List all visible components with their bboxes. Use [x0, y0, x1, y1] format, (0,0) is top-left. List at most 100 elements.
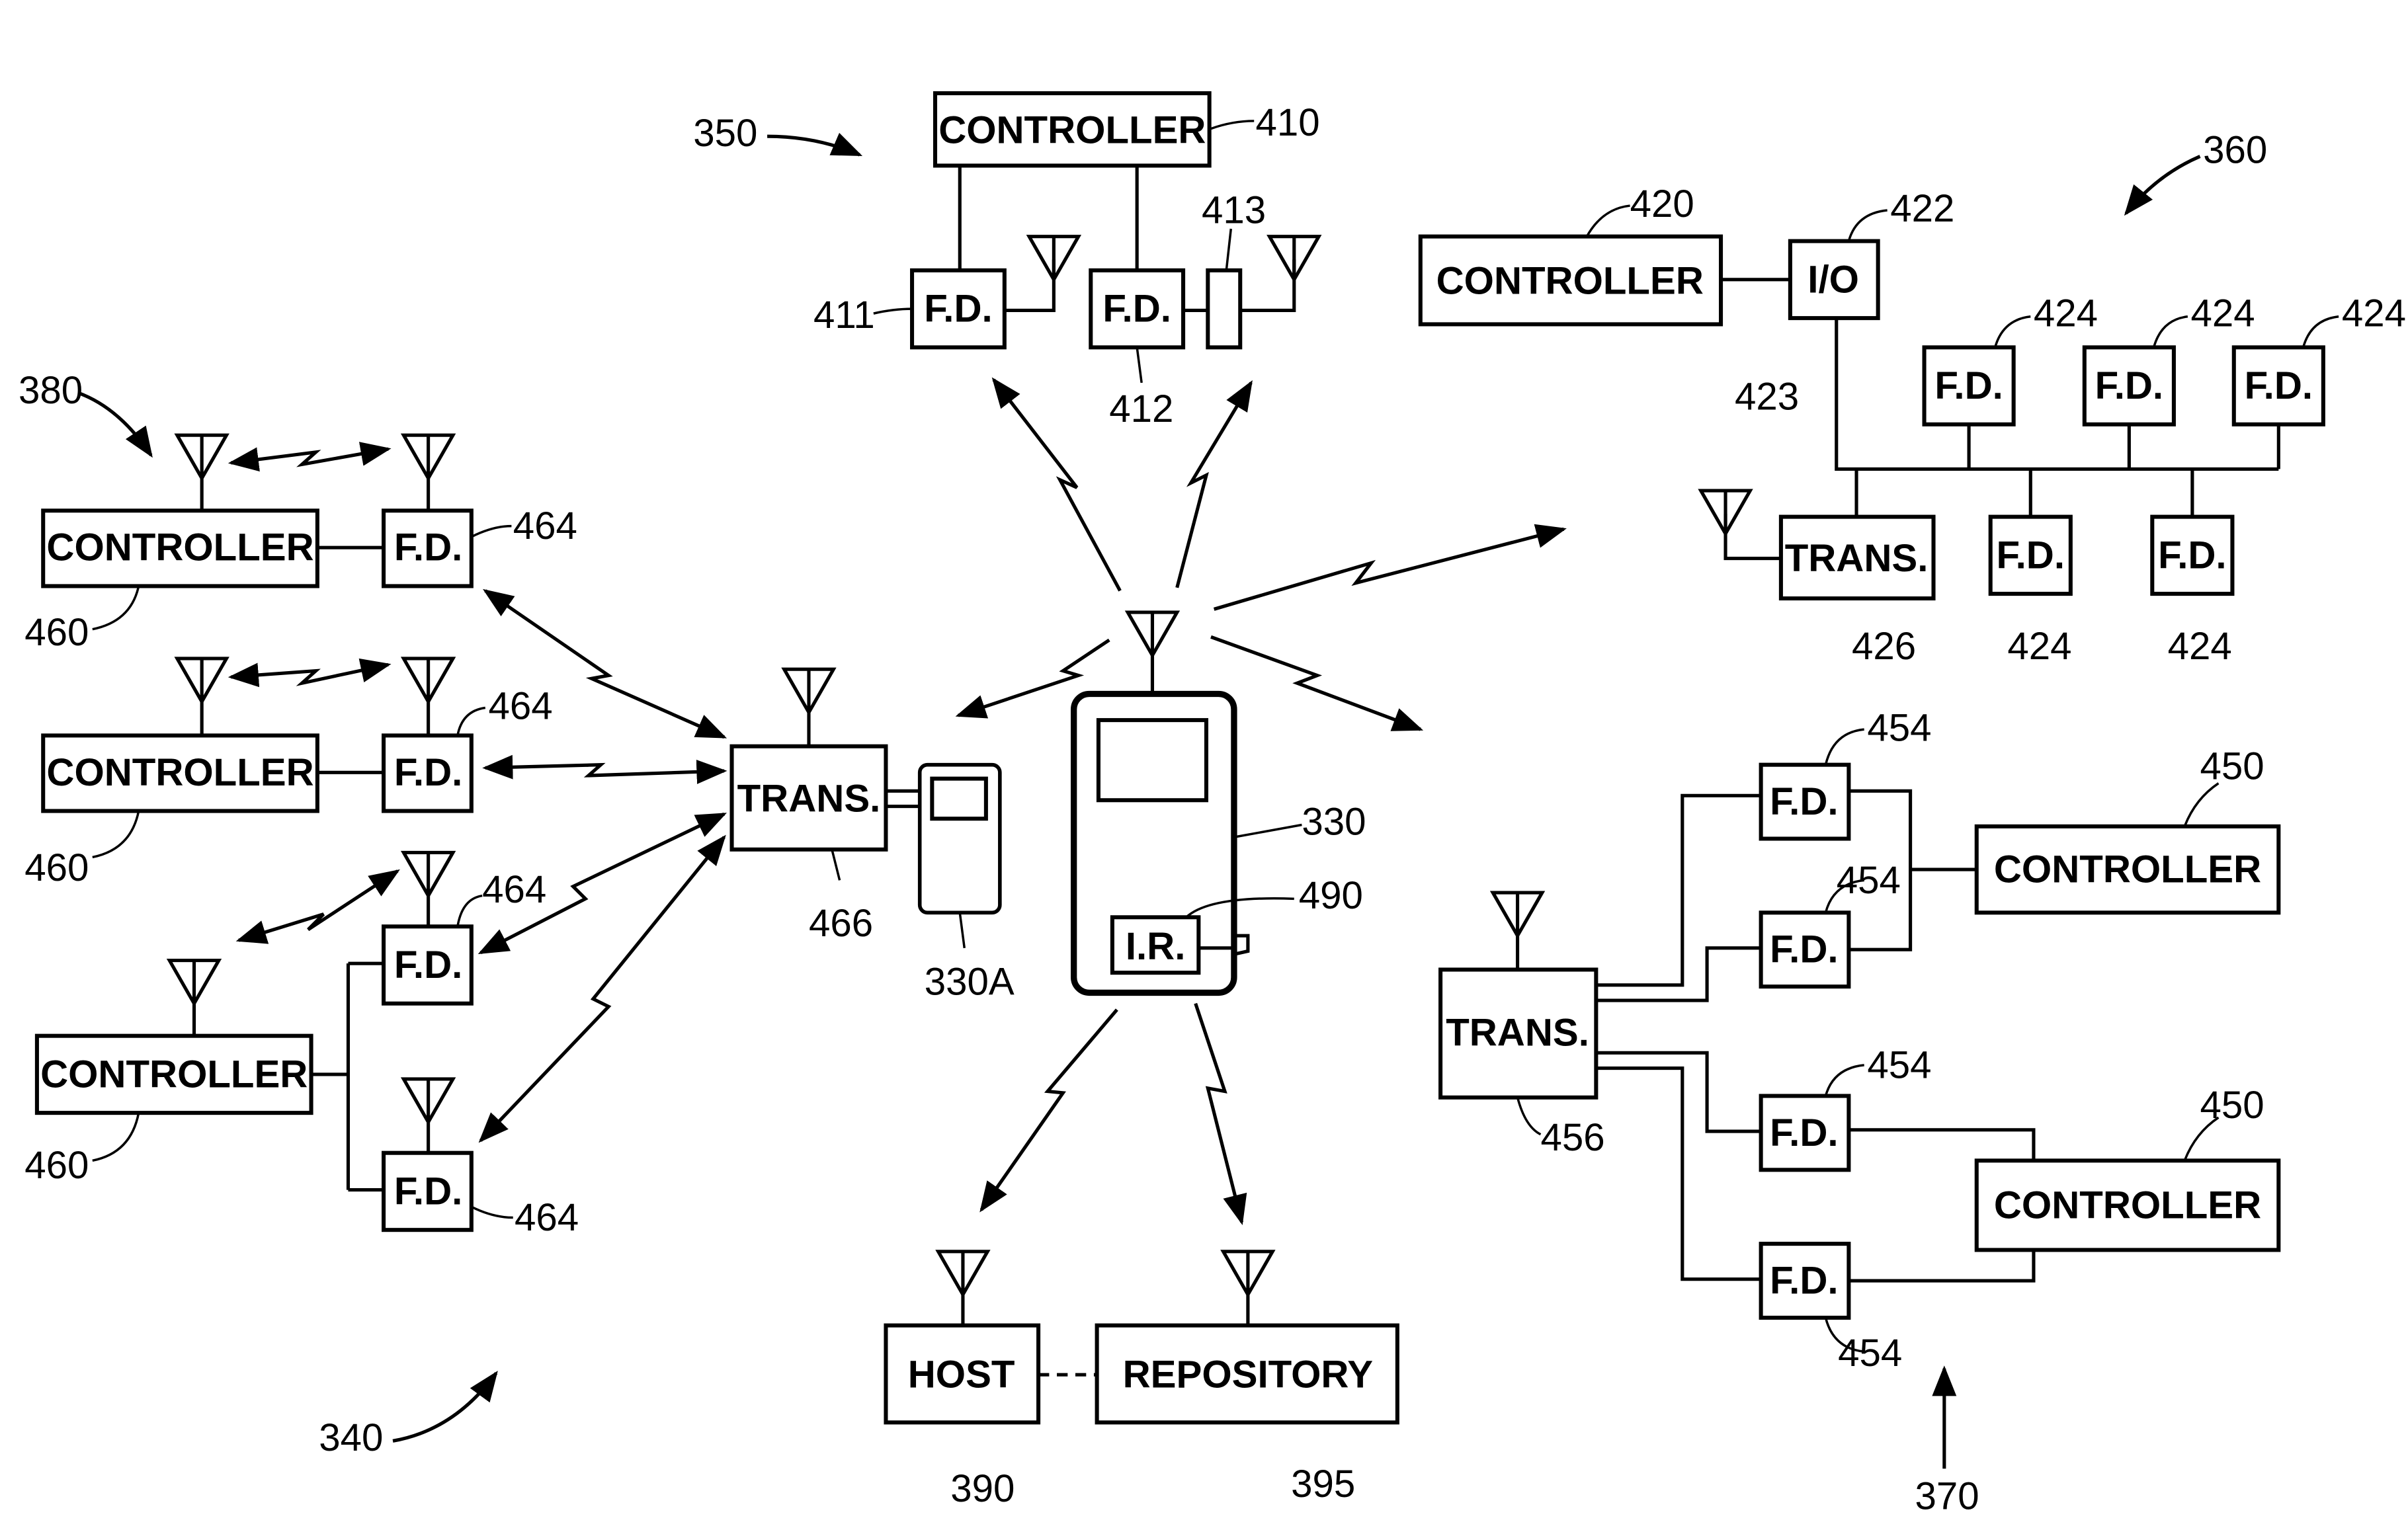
controller-460-a-label: CONTROLLER — [46, 526, 313, 569]
link-to-fd-411 — [991, 377, 1122, 592]
leader-460 — [92, 586, 140, 631]
arrow-360 — [2124, 155, 2201, 216]
ref-464: 464 — [513, 504, 577, 547]
link-to-group-360 — [1213, 524, 1567, 611]
link-to-group-370 — [1210, 635, 1424, 731]
antenna-icon — [403, 435, 453, 478]
fd-464-c-label: F.D. — [394, 944, 463, 986]
repository-label: REPOSITORY — [1123, 1353, 1374, 1396]
ref-450: 450 — [2200, 1084, 2264, 1127]
ref-456: 456 — [1540, 1116, 1604, 1159]
ref-424: 424 — [2007, 625, 2071, 668]
trans-device-link — [886, 789, 920, 809]
antenna-icon — [1270, 237, 1319, 280]
fd-412-label: F.D. — [1102, 288, 1171, 331]
leader-464 — [456, 706, 486, 736]
fd-424-d-label: F.D. — [1997, 534, 2065, 577]
fd-454-b-label: F.D. — [1770, 928, 1839, 971]
antenna-icon — [1224, 1252, 1273, 1295]
antenna-icon — [1029, 237, 1079, 280]
ref-454: 454 — [1867, 706, 1931, 749]
central-device-330: I.R. 330 490 — [1070, 612, 1366, 996]
trans-456-links — [1596, 793, 1761, 1281]
ref-460: 460 — [24, 846, 89, 889]
link-to-repository — [1194, 1002, 1247, 1225]
ir-490-label: I.R. — [1126, 925, 1186, 968]
leader-412 — [1136, 347, 1143, 383]
antenna-icon — [403, 1079, 453, 1122]
ref-350: 350 — [693, 112, 757, 155]
group-350: 350 CONTROLLER 410 F.D. 411 F.D. 412 413 — [693, 91, 1320, 430]
antenna-icon — [403, 659, 453, 702]
fd-454-a-label: F.D. — [1770, 780, 1839, 823]
ref-426: 426 — [1852, 625, 1916, 668]
ref-454: 454 — [1838, 1332, 1902, 1375]
controller-450-b-label: CONTROLLER — [1994, 1184, 2261, 1226]
fd-454-c-label: F.D. — [1770, 1111, 1839, 1154]
antenna-icon — [1701, 491, 1751, 534]
bus-423 — [1835, 318, 2280, 517]
ref-330a: 330A — [925, 961, 1015, 1004]
device-screen — [1096, 718, 1209, 803]
leader-466 — [831, 849, 841, 881]
leader-413 — [1225, 228, 1233, 271]
ref-424: 424 — [2191, 292, 2255, 335]
ref-420: 420 — [1630, 182, 1694, 225]
io-422-label: I/O — [1807, 258, 1859, 301]
antenna-icon — [784, 669, 834, 712]
controller-450-a-label: CONTROLLER — [1994, 848, 2261, 891]
ref-395: 395 — [1291, 1463, 1355, 1506]
leader-330a — [958, 912, 966, 949]
antenna-icon — [938, 1252, 988, 1295]
leader-330 — [1233, 823, 1302, 838]
link-to-host — [979, 1008, 1118, 1213]
leader-464 — [471, 524, 512, 538]
ref-460: 460 — [24, 1144, 89, 1187]
fd-464-a-label: F.D. — [394, 526, 463, 569]
ref-423: 423 — [1735, 375, 1799, 418]
ref-464: 464 — [488, 685, 552, 728]
antenna-icon — [177, 659, 227, 702]
ref-454: 454 — [1867, 1043, 1931, 1086]
link-to-adapter-413 — [1175, 380, 1253, 588]
fd-411-label: F.D. — [924, 288, 993, 331]
ref-464: 464 — [482, 868, 546, 911]
ref-460: 460 — [24, 611, 89, 654]
fd-424-e-label: F.D. — [2158, 534, 2227, 577]
trans-426-label: TRANS. — [1785, 537, 1929, 580]
antenna-icon — [1128, 612, 1177, 655]
row2-wireless — [228, 658, 392, 688]
row3-wireless — [235, 869, 400, 944]
ref-410: 410 — [1256, 101, 1320, 144]
leader-410 — [1210, 120, 1255, 130]
controller-420-label: CONTROLLER — [1436, 260, 1704, 303]
ref-411: 411 — [813, 294, 875, 337]
link-466-fd-b — [482, 754, 727, 784]
antenna-icon — [169, 961, 219, 1004]
ref-390: 390 — [950, 1467, 1015, 1510]
ref-466: 466 — [809, 902, 873, 945]
fd-424-c-label: F.D. — [2245, 364, 2313, 407]
row1-wireless — [228, 442, 392, 472]
leader-420 — [1585, 204, 1630, 237]
ref-412: 412 — [1109, 387, 1173, 430]
antenna-icon — [1493, 893, 1542, 936]
adapter-413 — [1206, 268, 1243, 350]
host-label: HOST — [908, 1353, 1015, 1396]
ref-424: 424 — [2342, 292, 2406, 335]
ref-413: 413 — [1202, 189, 1266, 232]
ref-422: 422 — [1890, 187, 1954, 230]
arrow-350 — [767, 132, 863, 157]
ref-464: 464 — [515, 1196, 579, 1239]
controller-460-b-label: CONTROLLER — [46, 751, 313, 794]
fd-464-b-label: F.D. — [394, 751, 463, 794]
leaders-370 — [1824, 728, 2220, 1353]
trans-456-label: TRANS. — [1446, 1011, 1589, 1054]
leader-460 — [92, 1112, 140, 1162]
fd-454-d-label: F.D. — [1770, 1260, 1839, 1303]
ref-490: 490 — [1299, 874, 1363, 917]
ref-450: 450 — [2200, 744, 2264, 787]
arrow-380 — [79, 391, 153, 458]
ref-424: 424 — [2034, 292, 2098, 335]
leader-422 — [1847, 209, 1888, 242]
